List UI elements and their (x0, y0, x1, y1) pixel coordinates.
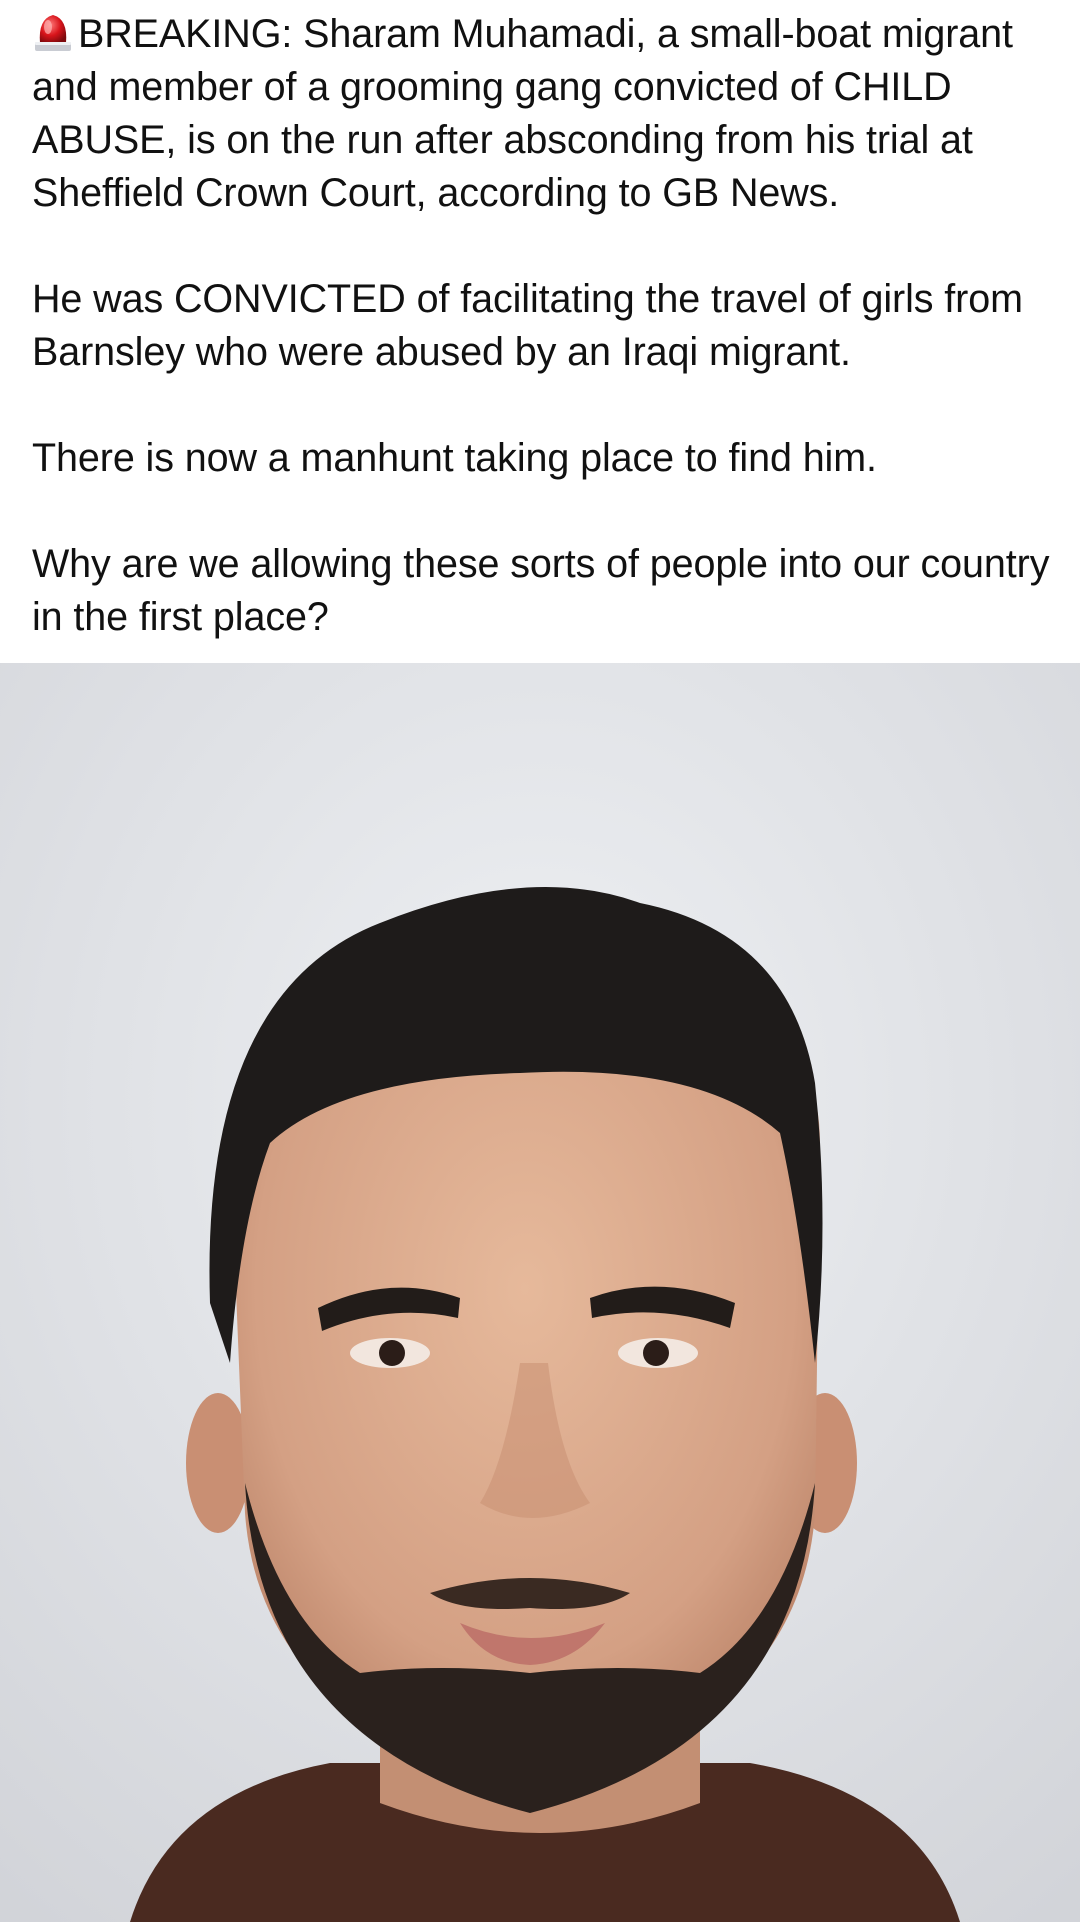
post-paragraph-4: Why are we allowing these sorts of peopl… (32, 542, 1050, 639)
siren-icon (32, 9, 74, 55)
post-paragraph-1-text: BREAKING: Sharam Muhamadi, a small-boat … (32, 12, 1013, 215)
post-paragraph-3: There is now a manhunt taking place to f… (32, 436, 877, 480)
mugshot-photo-icon (0, 663, 1080, 1922)
mugshot-photo[interactable] (0, 663, 1080, 1922)
post-text: BREAKING: Sharam Muhamadi, a small-boat … (32, 8, 1062, 697)
post-paragraph-2: He was CONVICTED of facilitating the tra… (32, 277, 1023, 374)
post-paragraph-1: BREAKING: Sharam Muhamadi, a small-boat … (32, 8, 1062, 220)
